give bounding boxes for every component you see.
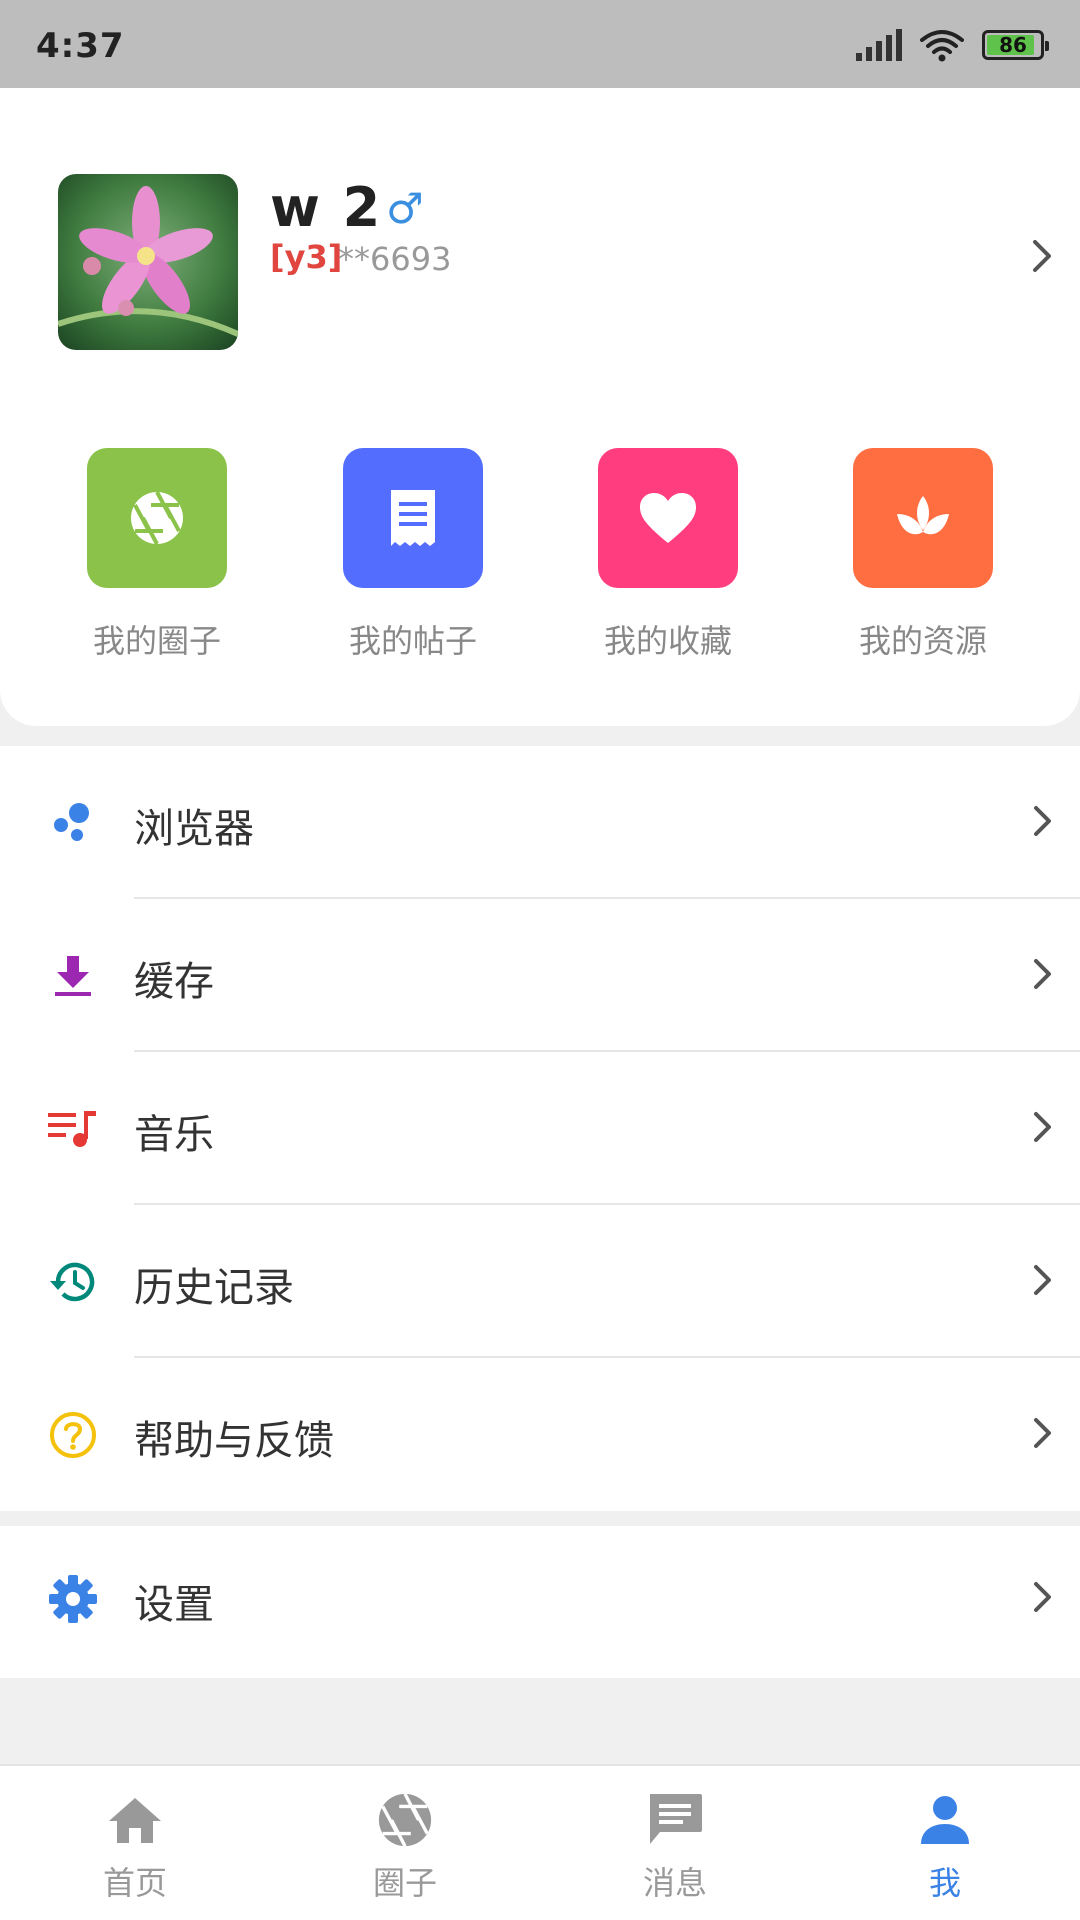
browser-dots-icon	[48, 798, 98, 848]
quick-my-circles[interactable]: 我的圈子	[47, 448, 267, 662]
nav-label: 我	[928, 1864, 961, 1902]
username: w 2	[270, 176, 383, 239]
chevron-right-icon[interactable]	[1030, 238, 1054, 278]
nav-label: 消息	[642, 1864, 707, 1902]
chevron-right-icon	[1032, 1416, 1054, 1454]
chevron-right-icon	[1032, 1110, 1054, 1148]
flower-avatar[interactable]	[58, 174, 238, 350]
quick-label: 我的圈子	[92, 622, 221, 660]
nav-me[interactable]: 我	[845, 1788, 1045, 1904]
status-icons: 86	[856, 28, 1049, 62]
menu-label: 浏览器	[134, 806, 254, 852]
menu-item-browser[interactable]: 浏览器	[0, 746, 1080, 899]
menu-item-cache[interactable]: 缓存	[0, 899, 1080, 1052]
nav-messages[interactable]: 消息	[575, 1788, 775, 1904]
menu-label: 帮助与反馈	[134, 1418, 334, 1464]
status-bar: 4:37 86	[0, 0, 1080, 88]
level-badge: [y3]	[270, 238, 343, 276]
gear-icon	[48, 1574, 98, 1624]
bottom-nav: 首页 圈子 消息 我	[0, 1764, 1080, 1920]
menu-item-help-feedback[interactable]: 帮助与反馈	[0, 1358, 1080, 1511]
chevron-right-icon	[1032, 1263, 1054, 1301]
settings-group: 设置	[0, 1526, 1080, 1678]
quick-label: 我的收藏	[603, 622, 732, 660]
menu-label: 音乐	[134, 1112, 214, 1158]
history-icon	[48, 1257, 98, 1307]
signal-icon	[856, 29, 902, 61]
quick-my-resources[interactable]: 我的资源	[813, 448, 1033, 662]
battery-level: 86	[999, 33, 1027, 57]
menu-item-settings[interactable]: 设置	[0, 1526, 1080, 1679]
quick-label: 我的帖子	[348, 622, 477, 660]
menu-label: 缓存	[134, 959, 214, 1005]
aperture-icon	[305, 1788, 505, 1852]
status-time: 4:37	[36, 26, 125, 66]
person-icon	[845, 1788, 1045, 1852]
menu-item-music[interactable]: 音乐	[0, 1052, 1080, 1205]
nav-label: 圈子	[372, 1864, 437, 1902]
chevron-right-icon	[1032, 804, 1054, 842]
help-icon	[48, 1410, 98, 1460]
nav-label: 首页	[102, 1864, 167, 1902]
chevron-right-icon	[1032, 1580, 1054, 1618]
profile-card[interactable]: w 2 ♂ [y3] **6693 我的圈子 我的帖子 我的收藏 我的资源	[0, 88, 1080, 726]
menu-item-history[interactable]: 历史记录	[0, 1205, 1080, 1358]
lotus-icon	[853, 448, 993, 588]
menu-label: 设置	[134, 1582, 214, 1628]
quick-label: 我的资源	[858, 622, 987, 660]
aperture-icon	[87, 448, 227, 588]
quick-my-favorites[interactable]: 我的收藏	[558, 448, 778, 662]
wifi-icon	[920, 30, 964, 62]
nav-home[interactable]: 首页	[35, 1788, 235, 1904]
menu-list: 浏览器 缓存 音乐 历史记录 帮助与反馈	[0, 746, 1080, 1511]
message-icon	[575, 1788, 775, 1852]
playlist-music-icon	[48, 1104, 98, 1154]
nav-circles[interactable]: 圈子	[305, 1788, 505, 1904]
home-icon	[35, 1788, 235, 1852]
quick-my-posts[interactable]: 我的帖子	[303, 448, 523, 662]
heart-icon	[598, 448, 738, 588]
menu-label: 历史记录	[134, 1265, 294, 1311]
receipt-icon	[343, 448, 483, 588]
male-gender-icon: ♂	[386, 184, 424, 233]
user-id: **6693	[338, 240, 452, 278]
chevron-right-icon	[1032, 957, 1054, 995]
battery-icon: 86	[982, 30, 1049, 60]
download-icon	[48, 951, 98, 1001]
